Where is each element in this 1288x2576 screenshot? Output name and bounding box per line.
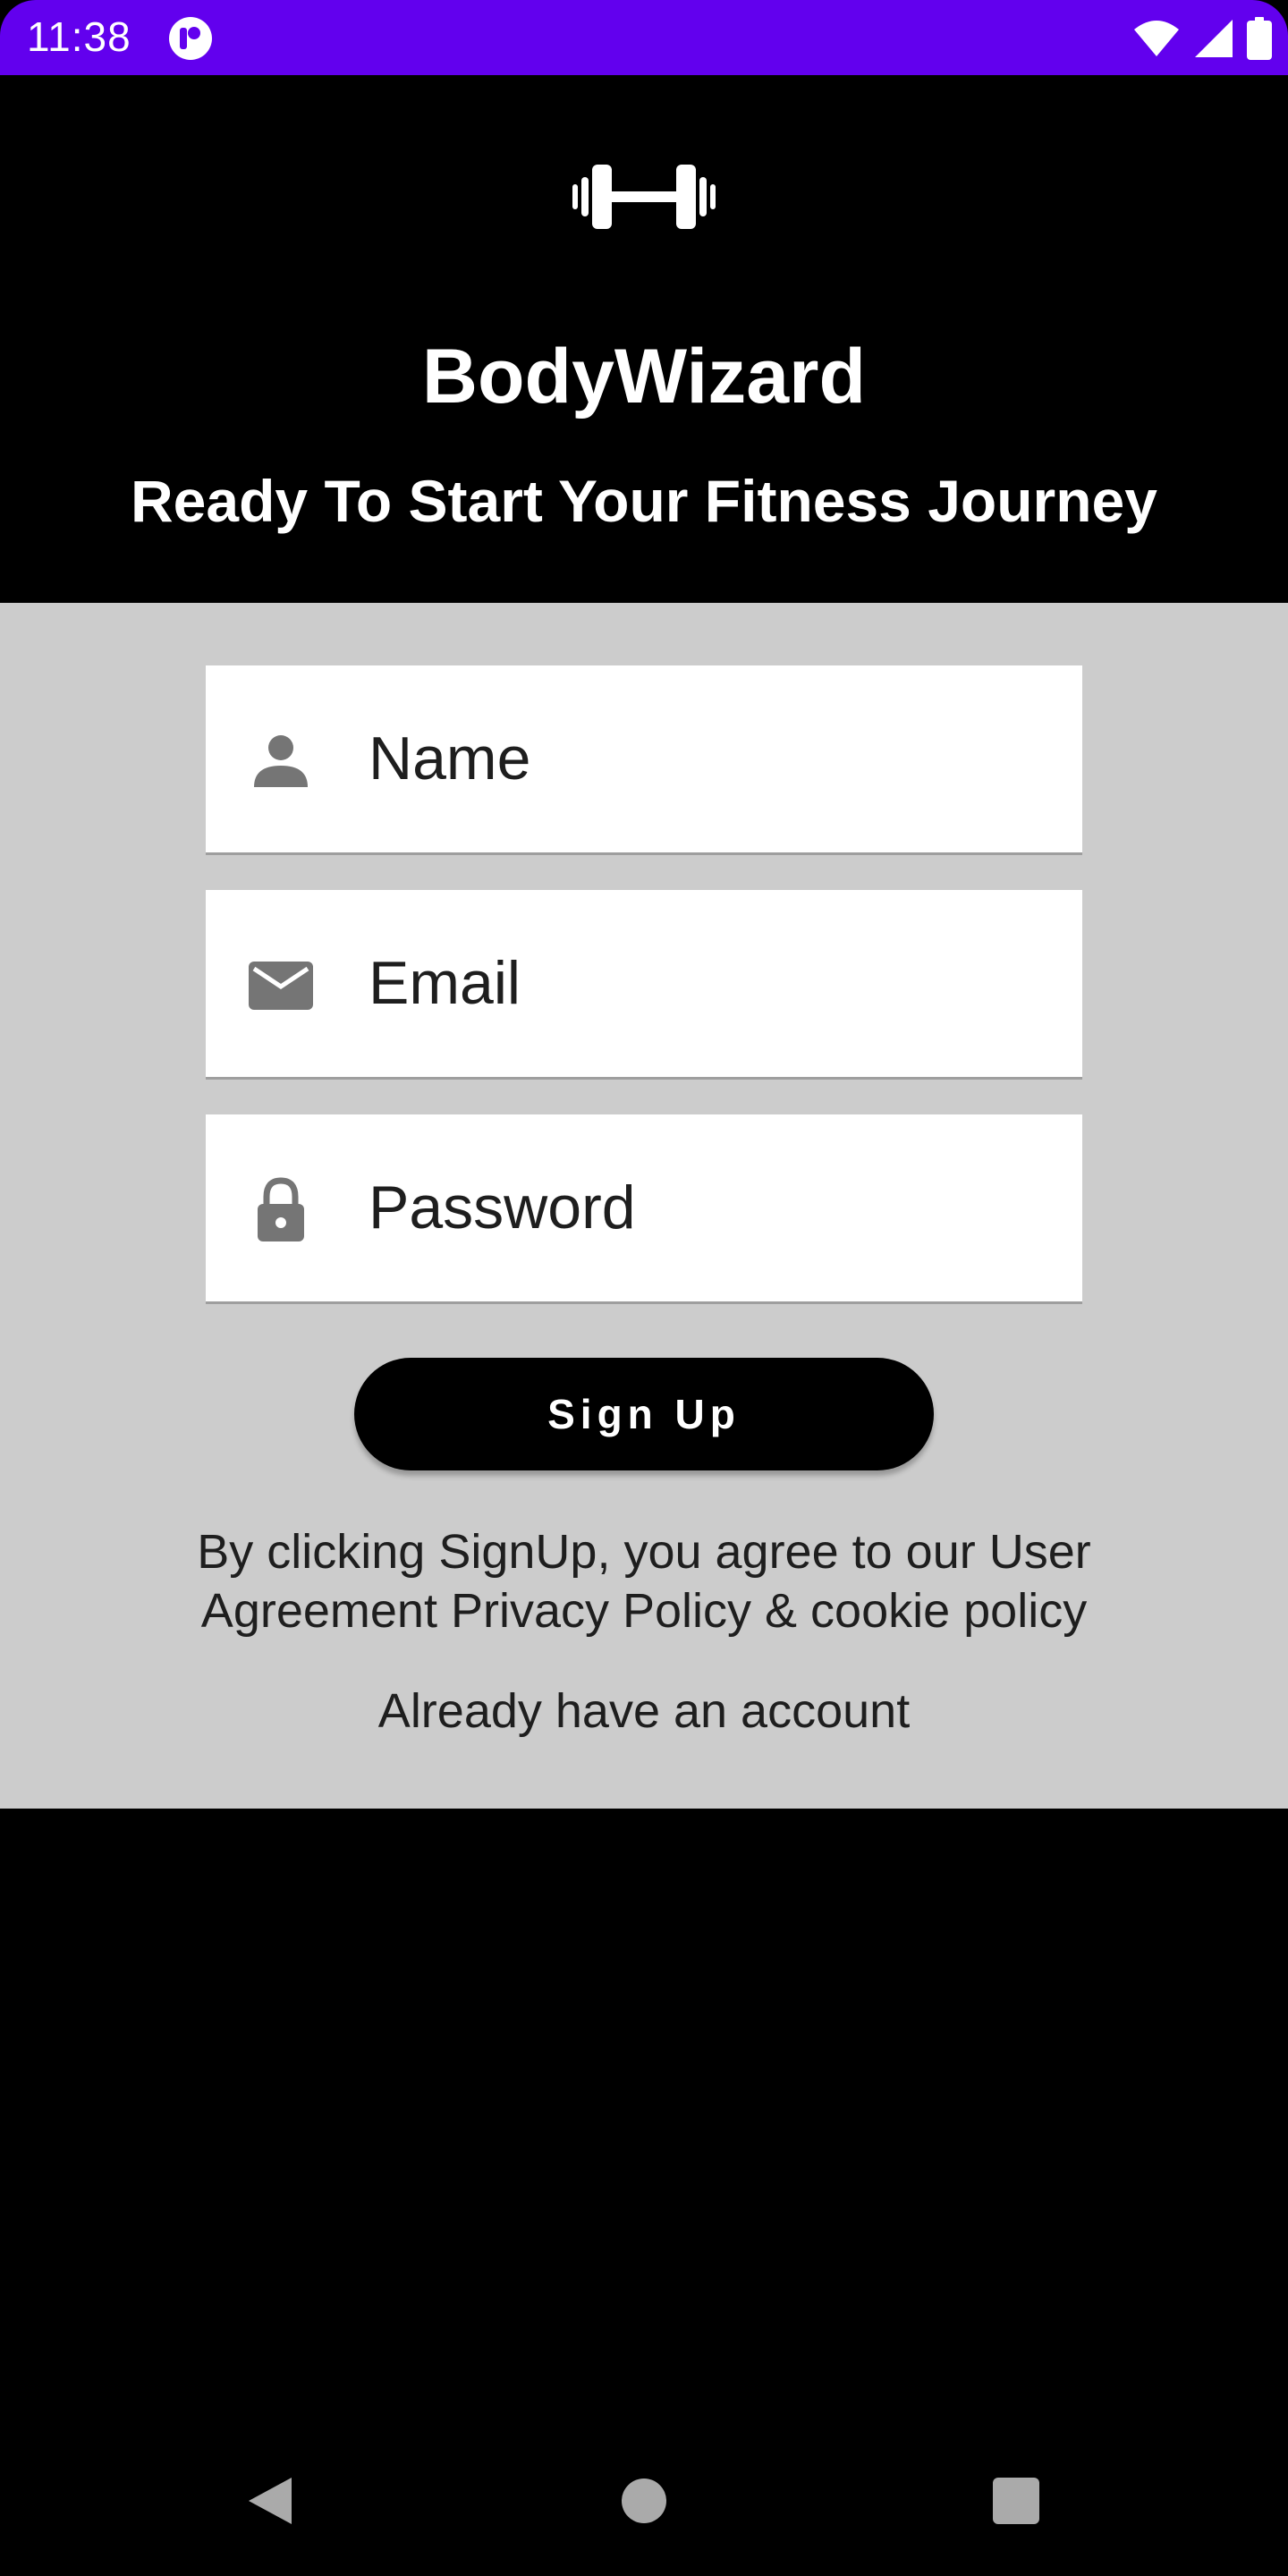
password-input[interactable]	[369, 1161, 1048, 1254]
dumbbell-icon	[572, 165, 716, 229]
status-bar: 11:38	[0, 0, 1288, 75]
battery-icon	[1247, 17, 1272, 60]
person-icon	[254, 735, 308, 787]
signup-screen: 11:38 BodyWizard Ready To Start Your Fit…	[0, 0, 1288, 2576]
home-button[interactable]	[594, 2451, 694, 2551]
email-input[interactable]	[369, 936, 1048, 1030]
login-link[interactable]: Already have an account	[0, 1683, 1288, 1739]
back-button[interactable]	[220, 2451, 320, 2551]
name-input[interactable]	[369, 712, 1048, 805]
password-field	[206, 1114, 1082, 1304]
wifi-icon	[1134, 21, 1179, 56]
recents-button[interactable]	[966, 2451, 1066, 2551]
tagline: Ready To Start Your Fitness Journey	[131, 468, 1157, 534]
signal-icon	[1195, 20, 1233, 57]
mail-icon	[249, 962, 313, 1010]
agreement-text: By clicking SignUp, you agree to our Use…	[197, 1525, 1091, 1638]
navigation-bar	[0, 2451, 1288, 2551]
recents-icon	[993, 2478, 1039, 2524]
status-time: 11:38	[27, 13, 131, 60]
app-title: BodyWizard	[421, 334, 867, 419]
name-field	[206, 665, 1082, 855]
signup-button[interactable]: Sign Up	[354, 1358, 934, 1470]
back-icon	[249, 2478, 292, 2524]
home-icon	[622, 2479, 666, 2523]
email-field	[206, 890, 1082, 1080]
lock-icon	[258, 1177, 304, 1241]
app-notification-icon	[169, 17, 212, 60]
status-icons	[1132, 16, 1272, 61]
